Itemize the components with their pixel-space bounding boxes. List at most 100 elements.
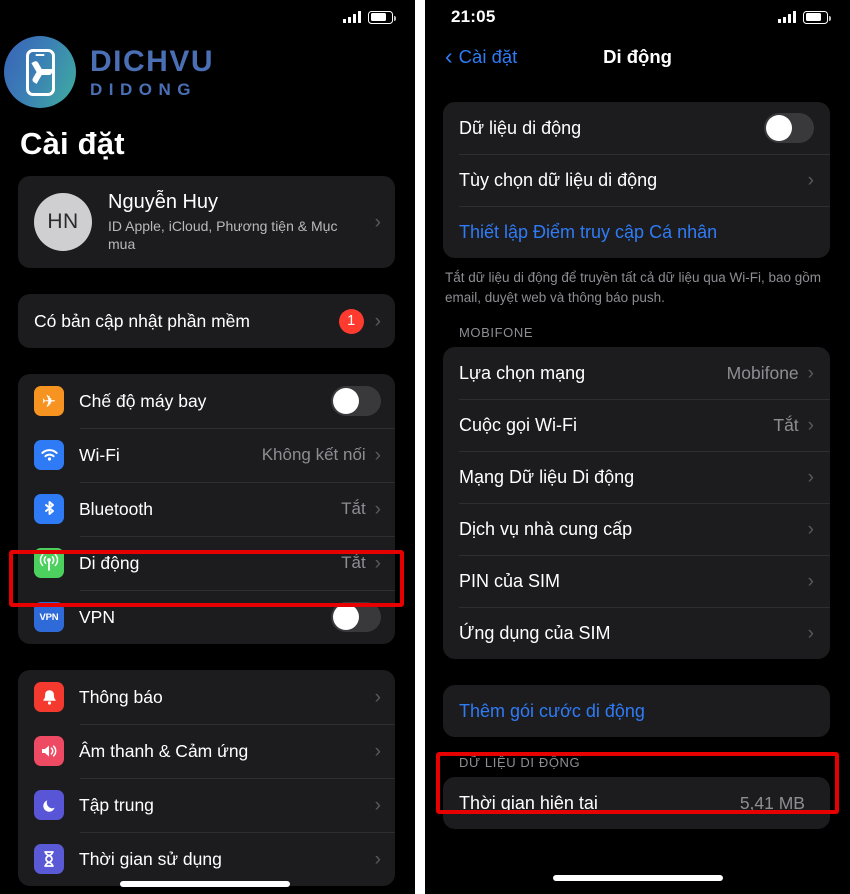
row-label: Thông báo — [79, 686, 163, 707]
profile-row[interactable]: HN Nguyễn Huy ID Apple, iCloud, Phương t… — [18, 176, 395, 268]
moon-icon — [34, 790, 64, 821]
home-indicator-right — [553, 875, 723, 881]
brand-wordmark: DICHVU DIDONG — [90, 46, 214, 99]
status-bar-left — [0, 0, 415, 34]
connectivity-card: ✈ Chế độ máy bay Wi-Fi Không kết nối › B… — [18, 374, 395, 645]
row-software-update[interactable]: Có bản cập nhật phần mềm 1 › — [18, 294, 395, 348]
page-title: Cài đặt — [20, 126, 125, 161]
phone-outline-icon — [25, 48, 55, 96]
cellular-icon — [34, 548, 64, 579]
carrier-card: Lựa chọn mạng Mobifone › Cuộc gọi Wi-Fi … — [443, 347, 830, 660]
settings-screen: DICHVU DIDONG Cài đặt HN Nguyễn Huy ID A… — [0, 0, 415, 894]
row-wifi-calling[interactable]: Cuộc gọi Wi-Fi Tắt › — [443, 399, 830, 451]
row-add-cellular-plan[interactable]: Thêm gói cước di động — [443, 685, 830, 737]
bell-icon — [34, 682, 64, 713]
row-cellular-data[interactable]: Dữ liệu di động — [443, 102, 830, 154]
chevron-left-icon: ‹ — [445, 42, 453, 69]
usage-card: Thời gian hiện tại 5,41 MB — [443, 777, 830, 830]
status-badge: 1 — [338, 308, 364, 334]
status-indicators-right — [778, 10, 832, 24]
swirl-icon — [31, 60, 52, 84]
cellular-screen: 21:05 ‹ Cài đặt Di động Dữ liệu di động … — [425, 0, 850, 894]
profile-card[interactable]: HN Nguyễn Huy ID Apple, iCloud, Phương t… — [18, 176, 395, 269]
status-indicators-left — [343, 10, 397, 24]
brand-line-2: DIDONG — [90, 79, 197, 99]
row-label: Di động — [79, 552, 140, 573]
row-vpn[interactable]: VPN VPN — [18, 590, 395, 644]
chevron-right-icon: › — [374, 686, 381, 708]
row-label: Bluetooth — [79, 498, 153, 519]
vpn-icon: VPN — [34, 602, 64, 633]
panel-divider — [415, 0, 425, 894]
back-button[interactable]: ‹ Cài đặt — [445, 42, 518, 69]
row-value: Tắt — [341, 553, 366, 573]
chevron-right-icon: › — [807, 414, 814, 436]
hourglass-icon — [34, 844, 64, 875]
row-label: Âm thanh & Cảm ứng — [79, 740, 249, 761]
chevron-right-icon: › — [807, 570, 814, 592]
status-bar-right: 21:05 — [425, 0, 850, 34]
row-label: Mạng Dữ liệu Di động — [459, 466, 635, 487]
chevron-right-icon: › — [807, 466, 814, 488]
software-update-card[interactable]: Có bản cập nhật phần mềm 1 › — [18, 294, 395, 349]
row-label: Dữ liệu di động — [459, 117, 582, 138]
row-label: Thời gian sử dụng — [79, 848, 222, 869]
row-label: Thêm gói cước di động — [459, 700, 645, 721]
row-value: Mobifone — [726, 362, 799, 383]
row-label: Wi-Fi — [79, 444, 120, 465]
row-label: Ứng dụng của SIM — [459, 622, 611, 643]
row-notifications[interactable]: Thông báo › — [18, 670, 395, 724]
back-button-label: Cài đặt — [458, 46, 518, 67]
battery-icon — [803, 10, 832, 24]
row-value: Tắt — [773, 414, 799, 435]
row-sim-pin[interactable]: PIN của SIM › — [443, 555, 830, 607]
row-screen-time[interactable]: Thời gian sử dụng › — [18, 832, 395, 886]
row-label: Cuộc gọi Wi-Fi — [459, 414, 578, 435]
vpn-toggle[interactable] — [331, 602, 381, 633]
row-network-selection[interactable]: Lựa chọn mạng Mobifone › — [443, 347, 830, 399]
row-label: Thời gian hiện tại — [459, 792, 598, 813]
profile-subtitle: ID Apple, iCloud, Phương tiện & Mục mua — [108, 218, 338, 253]
row-carrier-services[interactable]: Dịch vụ nhà cung cấp › — [443, 503, 830, 555]
row-cellular-data-options[interactable]: Tùy chọn dữ liệu di động › — [443, 154, 830, 206]
chevron-right-icon: › — [374, 211, 381, 233]
signal-bars-icon — [343, 11, 361, 23]
wifi-icon — [34, 440, 64, 471]
row-label: VPN — [79, 606, 115, 627]
row-bluetooth[interactable]: Bluetooth Tắt › — [18, 482, 395, 536]
chevron-right-icon: › — [374, 848, 381, 870]
row-label: Lựa chọn mạng — [459, 362, 586, 383]
signal-bars-icon — [778, 11, 796, 23]
row-label: Có bản cập nhật phần mềm — [34, 310, 250, 331]
row-airplane-mode[interactable]: ✈ Chế độ máy bay — [18, 374, 395, 428]
sound-icon — [34, 736, 64, 767]
system-card: Thông báo › Âm thanh & Cảm ứng › Tập tru… — [18, 670, 395, 887]
row-label: Chế độ máy bay — [79, 390, 207, 411]
row-focus[interactable]: Tập trung › — [18, 778, 395, 832]
bluetooth-icon — [34, 494, 64, 525]
row-current-period[interactable]: Thời gian hiện tại 5,41 MB — [443, 777, 830, 829]
row-label: Dịch vụ nhà cung cấp — [459, 518, 633, 539]
row-cellular-data-network[interactable]: Mạng Dữ liệu Di động › — [443, 451, 830, 503]
chevron-right-icon: › — [807, 362, 814, 384]
row-cellular[interactable]: Di động Tắt › — [18, 536, 395, 590]
airplane-mode-toggle[interactable] — [331, 386, 381, 417]
home-indicator-left — [120, 881, 290, 887]
row-label: Tùy chọn dữ liệu di động — [459, 169, 658, 190]
row-wifi[interactable]: Wi-Fi Không kết nối › — [18, 428, 395, 482]
cellular-data-toggle[interactable] — [764, 113, 814, 143]
row-setup-personal-hotspot[interactable]: Thiết lập Điểm truy cập Cá nhân — [443, 206, 830, 258]
chevron-right-icon: › — [374, 794, 381, 816]
row-sim-applications[interactable]: Ứng dụng của SIM › — [443, 607, 830, 659]
carrier-section-header: MOBIFONE — [459, 325, 534, 341]
dichvu-didong-logo — [4, 36, 76, 108]
battery-icon — [368, 10, 397, 24]
avatar: HN — [34, 193, 92, 252]
row-sounds-haptics[interactable]: Âm thanh & Cảm ứng › — [18, 724, 395, 778]
row-value: 5,41 MB — [739, 792, 805, 813]
add-plan-card[interactable]: Thêm gói cước di động — [443, 685, 830, 738]
chevron-right-icon: › — [374, 444, 381, 466]
row-value: Tắt — [341, 499, 366, 519]
usage-section-header: DỮ LIỆU DI ĐỘNG — [459, 755, 581, 771]
chevron-right-icon: › — [807, 622, 814, 644]
